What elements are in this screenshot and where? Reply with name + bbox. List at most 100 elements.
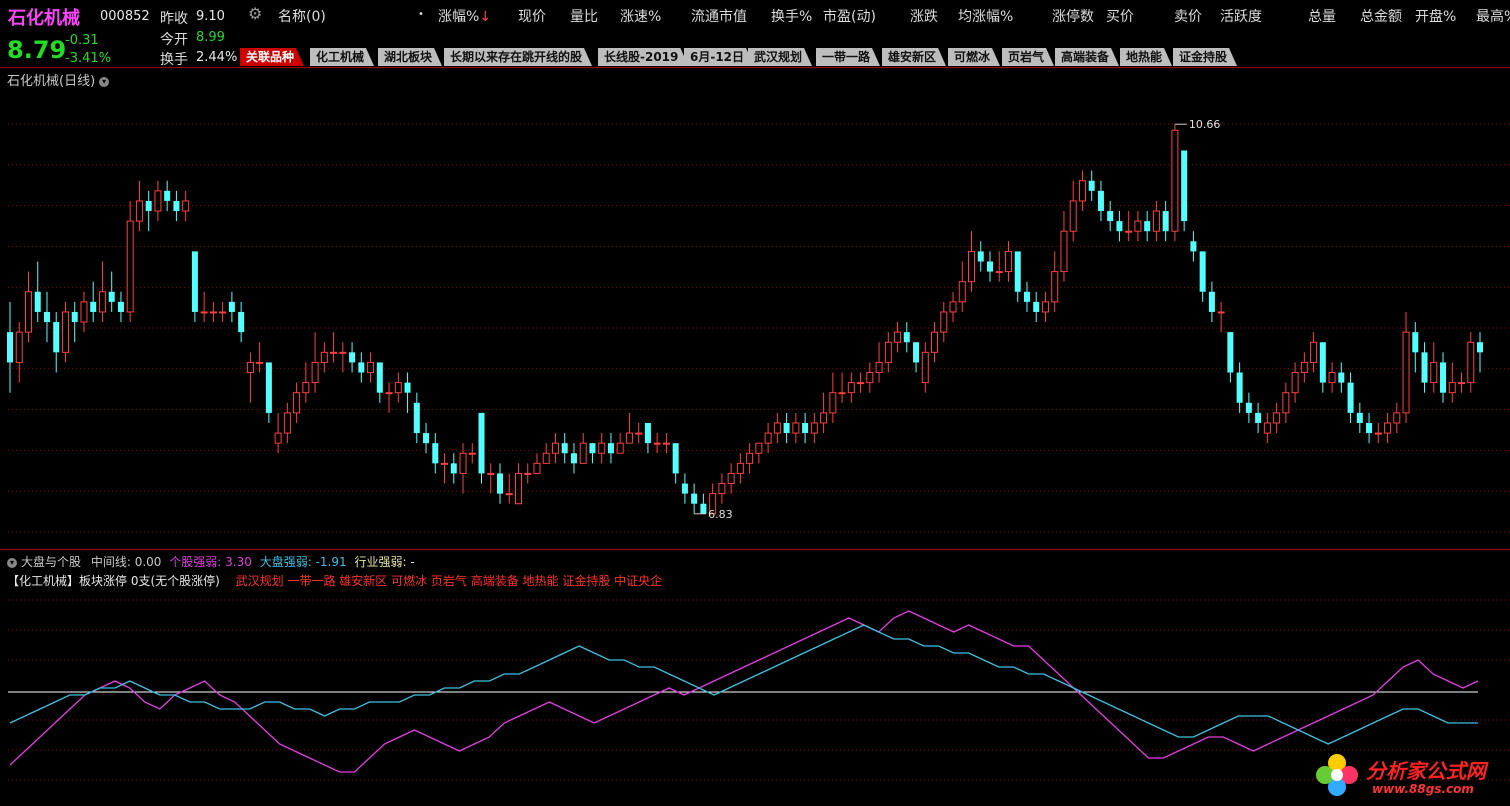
market-strength-value: -1.91 (315, 555, 347, 569)
mid-line-value: 0.00 (134, 555, 162, 569)
stock-strength-value: 3.30 (225, 555, 252, 569)
col-turnover[interactable]: 换手% (771, 6, 812, 26)
col-volume-ratio[interactable]: 量比 (570, 6, 598, 26)
candle-body (1078, 180, 1086, 202)
stock-code: 000852 (100, 9, 150, 24)
candle-body (478, 412, 485, 474)
candle-body (238, 311, 245, 333)
middle-divider (0, 549, 1510, 550)
candle-body (1023, 291, 1030, 302)
candle-body (802, 422, 809, 434)
col-total-volume[interactable]: 总量 (1308, 6, 1336, 26)
candle-body (764, 432, 772, 444)
col-pe[interactable]: 市盈(动) (823, 6, 876, 26)
tab-gap-stocks[interactable]: 长期以来存在跳开线的股 (444, 48, 592, 66)
candle (404, 372, 411, 413)
tab-related[interactable]: 关联品种 (240, 48, 304, 66)
candle (1078, 170, 1086, 212)
col-high-pct[interactable]: 最高% (1476, 6, 1510, 26)
tab-belt-road[interactable]: 一带一路 (816, 48, 880, 66)
candle-body (514, 472, 522, 505)
candle (1402, 311, 1410, 423)
high-annotation: 10.66 (1174, 118, 1220, 131)
candle (209, 301, 217, 323)
tab-hubei[interactable]: 湖北板块 (378, 48, 442, 66)
tab-june-12[interactable]: 6月-12日 (684, 48, 754, 66)
candle-body (1458, 382, 1466, 385)
tab-shale-gas[interactable]: 页岩气 (1002, 48, 1054, 66)
candle (71, 301, 78, 343)
candle-body (810, 422, 818, 434)
candle-body (358, 362, 365, 373)
candle (1041, 291, 1049, 323)
col-open-pct[interactable]: 开盘% (1415, 6, 1456, 26)
candle-body (404, 382, 411, 393)
candle-body (1171, 129, 1179, 232)
tab-wuhan[interactable]: 武汉规划 (748, 48, 812, 66)
low-annotation: 6.83 (694, 508, 733, 521)
tab-csf-holdings[interactable]: 证金持股 (1173, 48, 1237, 66)
candle-body (653, 442, 661, 445)
stock-name[interactable]: 石化机械 (8, 4, 80, 30)
tab-high-end-equipment[interactable]: 高端装备 (1055, 48, 1119, 66)
gear-icon[interactable]: ⚙ (248, 4, 262, 23)
candle-body (570, 453, 577, 464)
candle (1421, 342, 1428, 393)
candle (691, 483, 698, 514)
tab-geothermal[interactable]: 地热能 (1120, 48, 1172, 66)
candle (34, 261, 41, 323)
candle (497, 463, 503, 504)
candle-body (1014, 251, 1021, 292)
quote-panel: 石化机械 000852 8.79 -0.31 -3.41% 昨收 9.10 今开… (0, 0, 240, 68)
candle-body (53, 322, 60, 353)
candle (1181, 150, 1188, 232)
candle-body (931, 331, 939, 353)
col-avg-change[interactable]: 均涨幅% (958, 6, 1013, 26)
tab-long-term-2019[interactable]: 长线股-2019 (598, 48, 688, 66)
col-float-cap[interactable]: 流通市值 (691, 6, 747, 26)
col-change[interactable]: 涨跌 (910, 6, 938, 26)
candle (293, 382, 301, 423)
candle-body (246, 361, 254, 374)
candle-body (718, 483, 726, 495)
candle-body (1088, 180, 1095, 191)
candlestick-chart[interactable]: 10.66 6.83 (0, 82, 1510, 548)
candle-body (949, 301, 957, 313)
candle (376, 362, 383, 403)
current-price: 8.79 (7, 36, 67, 64)
col-ask[interactable]: 卖价 (1174, 6, 1202, 26)
col-activity[interactable]: 活跃度 (1220, 6, 1262, 26)
candle-body (829, 392, 837, 414)
candle-body (1255, 412, 1262, 423)
col-limit-up-count[interactable]: 涨停数 (1052, 6, 1094, 26)
col-bid[interactable]: 买价 (1106, 6, 1134, 26)
indicator-grid (8, 599, 1510, 781)
strength-indicator-chart[interactable] (0, 590, 1510, 806)
candle-body (126, 220, 134, 313)
candle-body (43, 311, 50, 323)
tab-gas-hydrate[interactable]: 可燃冰 (948, 48, 1000, 66)
candle-body (727, 472, 735, 485)
col-name[interactable]: 名称(0) (278, 6, 326, 26)
candle (792, 412, 800, 444)
col-price[interactable]: 现价 (518, 6, 546, 26)
candle (1338, 362, 1345, 393)
tab-xiongan[interactable]: 雄安新区 (882, 48, 946, 66)
candle-body (135, 200, 143, 222)
candle (977, 241, 984, 272)
candle-body (1338, 372, 1345, 383)
tab-chemical-machinery[interactable]: 化工机械 (310, 48, 374, 66)
col-change-pct[interactable]: 涨幅%↓ (438, 6, 491, 26)
candle-body (1208, 291, 1215, 312)
col-speed[interactable]: 涨速% (620, 6, 661, 26)
chevron-down-icon[interactable]: ▾ (7, 557, 17, 568)
candle-body (1041, 301, 1049, 313)
candle-body (921, 351, 929, 384)
candle (283, 402, 291, 444)
candle (783, 412, 790, 444)
candle-body (191, 251, 198, 312)
candle (1255, 402, 1262, 434)
candle (423, 422, 430, 454)
open-value: 8.99 (196, 30, 225, 45)
col-total-amount[interactable]: 总金额 (1360, 6, 1402, 26)
